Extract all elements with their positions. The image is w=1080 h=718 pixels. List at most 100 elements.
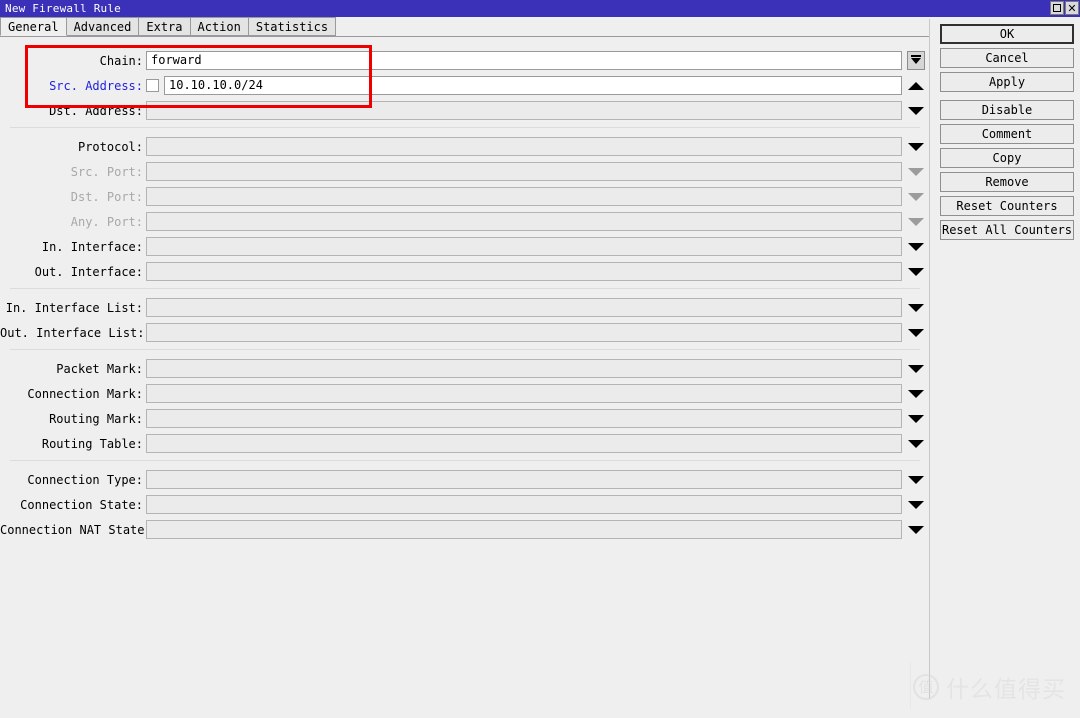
tab-advanced[interactable]: Advanced — [65, 17, 140, 36]
input-src-address[interactable]: 10.10.10.0/24 — [164, 76, 902, 95]
field-row-routing-table: Routing Table: — [0, 431, 930, 456]
chevron-down-icon-routing-table[interactable] — [908, 439, 924, 448]
input-src-port — [146, 162, 902, 181]
field-row-connection-mark: Connection Mark: — [0, 381, 930, 406]
field-row-src-address: Src. Address: 10.10.10.0/24 — [0, 73, 930, 98]
watermark-logo-icon: 值 — [913, 674, 939, 700]
field-wrap-routing-mark — [146, 409, 924, 428]
input-routing-table[interactable] — [146, 434, 902, 453]
field-row-connection-type: Connection Type: — [0, 467, 930, 492]
label-any-port: Any. Port: — [70, 214, 143, 229]
field-wrap-protocol — [146, 137, 924, 156]
field-row-chain: Chain: forward — [0, 48, 930, 73]
field-wrap-dst-address — [146, 101, 924, 120]
watermark-text: 什么值得买 — [946, 677, 1066, 703]
input-routing-mark[interactable] — [146, 409, 902, 428]
ok-button[interactable]: OK — [940, 24, 1074, 44]
chevron-down-icon-connection-mark[interactable] — [908, 389, 924, 398]
dropdown-button-chain[interactable] — [907, 51, 925, 70]
field-wrap-any-port — [146, 212, 924, 231]
input-connection-type[interactable] — [146, 470, 902, 489]
field-wrap-routing-table — [146, 434, 924, 453]
disable-button[interactable]: Disable — [940, 100, 1074, 120]
chevron-down-icon-packet-mark[interactable] — [908, 364, 924, 373]
input-dst-address[interactable] — [146, 101, 902, 120]
apply-button[interactable]: Apply — [940, 72, 1074, 92]
chevron-down-icon-protocol[interactable] — [908, 142, 924, 151]
reset-counters-button[interactable]: Reset Counters — [940, 196, 1074, 216]
group-separator — [10, 127, 920, 128]
chevron-down-icon-routing-mark[interactable] — [908, 414, 924, 423]
field-wrap-connection-state — [146, 495, 924, 514]
reset-all-counters-button[interactable]: Reset All Counters — [940, 220, 1074, 240]
chevron-down-icon-in-interface-list[interactable] — [908, 303, 924, 312]
field-row-src-port: Src. Port: — [0, 159, 930, 184]
field-wrap-dst-port — [146, 187, 924, 206]
input-protocol[interactable] — [146, 137, 902, 156]
label-connection-state: Connection State: — [20, 497, 143, 512]
copy-button[interactable]: Copy — [940, 148, 1074, 168]
field-row-dst-port: Dst. Port: — [0, 184, 930, 209]
field-row-connection-state: Connection State: — [0, 492, 930, 517]
field-row-out-interface: Out. Interface: — [0, 259, 930, 284]
label-dst-address: Dst. Address: — [49, 103, 143, 118]
tab-action[interactable]: Action — [189, 17, 249, 36]
chevron-down-icon-out-interface-list[interactable] — [908, 328, 924, 337]
field-row-routing-mark: Routing Mark: — [0, 406, 930, 431]
input-packet-mark[interactable] — [146, 359, 902, 378]
remove-button[interactable]: Remove — [940, 172, 1074, 192]
field-row-connection-nat-state: Connection NAT State: — [0, 517, 930, 542]
input-in-interface[interactable] — [146, 237, 902, 256]
label-out-interface: Out. Interface: — [34, 264, 143, 279]
input-in-interface-list[interactable] — [146, 298, 902, 317]
tab-bar: General Advanced Extra Action Statistics — [0, 17, 930, 37]
cancel-button[interactable]: Cancel — [940, 48, 1074, 68]
general-form-pane: Chain: forward Src. Address: 10.10.10.0/24 D… — [0, 38, 930, 718]
field-row-protocol: Protocol: — [0, 134, 930, 159]
label-connection-nat-state: Connection NAT State: — [0, 522, 152, 537]
dialog-button-panel: OK Cancel Apply Disable Comment Copy Remove Res… — [940, 24, 1074, 244]
input-chain[interactable]: forward — [146, 51, 902, 70]
comment-button[interactable]: Comment — [940, 124, 1074, 144]
watermark-divider — [910, 662, 911, 708]
field-wrap-connection-nat-state — [146, 520, 924, 539]
input-out-interface[interactable] — [146, 262, 902, 281]
negate-checkbox-src-address[interactable] — [146, 79, 159, 92]
field-row-packet-mark: Packet Mark: — [0, 356, 930, 381]
tab-general[interactable]: General — [0, 17, 67, 36]
input-out-interface-list[interactable] — [146, 323, 902, 342]
chevron-up-icon-src-address[interactable] — [908, 81, 924, 90]
input-connection-nat-state[interactable] — [146, 520, 902, 539]
chevron-down-icon-connection-state[interactable] — [908, 500, 924, 509]
label-in-interface: In. Interface: — [41, 239, 143, 254]
tab-statistics[interactable]: Statistics — [247, 17, 337, 36]
field-row-dst-address: Dst. Address: — [0, 98, 930, 123]
field-wrap-out-interface-list — [146, 323, 924, 342]
tab-extra[interactable]: Extra — [138, 17, 191, 36]
chevron-down-icon-in-interface[interactable] — [908, 242, 924, 251]
field-row-out-interface-list: Out. Interface List: — [0, 320, 930, 345]
field-wrap-connection-mark — [146, 384, 924, 403]
field-wrap-src-address: 10.10.10.0/24 — [146, 76, 924, 95]
label-src-address: Src. Address: — [49, 78, 143, 93]
label-routing-mark: Routing Mark: — [49, 411, 143, 426]
chevron-down-icon-any-port — [908, 217, 924, 226]
label-connection-mark: Connection Mark: — [27, 386, 143, 401]
label-protocol: Protocol: — [77, 139, 143, 154]
chevron-down-icon-connection-type[interactable] — [908, 475, 924, 484]
label-chain: Chain: — [99, 53, 143, 68]
label-in-interface-list: In. Interface List: — [5, 300, 143, 315]
field-wrap-connection-type — [146, 470, 924, 489]
chevron-down-icon-connection-nat-state[interactable] — [908, 525, 924, 534]
chevron-down-icon-out-interface[interactable] — [908, 267, 924, 276]
label-connection-type: Connection Type: — [27, 472, 143, 487]
input-dst-port — [146, 187, 902, 206]
field-wrap-chain: forward — [146, 51, 925, 70]
maximize-icon[interactable] — [1050, 1, 1064, 15]
close-icon[interactable]: ✕ — [1065, 1, 1079, 15]
label-packet-mark: Packet Mark: — [56, 361, 143, 376]
input-connection-state[interactable] — [146, 495, 902, 514]
input-connection-mark[interactable] — [146, 384, 902, 403]
window-controls: ✕ — [1050, 1, 1079, 15]
chevron-down-icon-dst-address[interactable] — [908, 106, 924, 115]
